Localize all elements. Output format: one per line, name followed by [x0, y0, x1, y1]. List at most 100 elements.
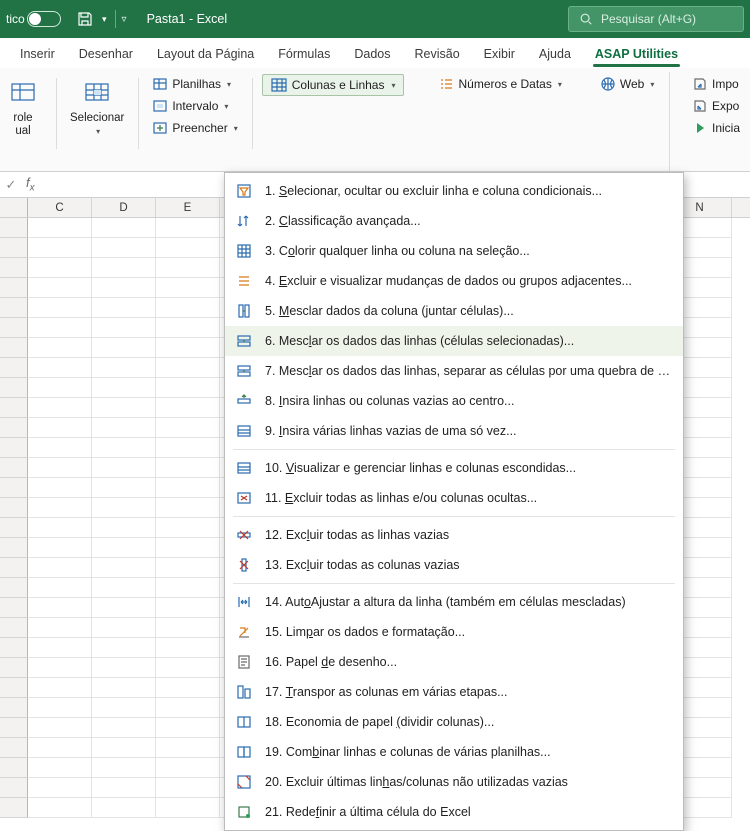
menu-item[interactable]: 9. Insira várias linhas vazias de uma só…: [225, 416, 683, 446]
menu-item[interactable]: 18. Economia de papel (dividir colunas).…: [225, 707, 683, 737]
ribbon-expo-button[interactable]: Expo: [688, 96, 744, 116]
cell[interactable]: [156, 258, 220, 278]
ribbon-planilhas-button[interactable]: Planilhas▾: [148, 74, 241, 94]
search-box[interactable]: Pesquisar (Alt+G): [568, 6, 744, 32]
cell[interactable]: [28, 498, 92, 518]
cell[interactable]: [28, 418, 92, 438]
cell[interactable]: [92, 238, 156, 258]
cell[interactable]: [92, 718, 156, 738]
row-header[interactable]: [0, 718, 28, 738]
menu-item[interactable]: 20. Excluir últimas linhas/colunas não u…: [225, 767, 683, 797]
menu-item[interactable]: 19. Combinar linhas e colunas de várias …: [225, 737, 683, 767]
cell[interactable]: [28, 798, 92, 818]
cell[interactable]: [92, 758, 156, 778]
tab-inserir[interactable]: Inserir: [8, 40, 67, 67]
cell[interactable]: [92, 378, 156, 398]
cell[interactable]: [28, 478, 92, 498]
cell[interactable]: [156, 498, 220, 518]
cell[interactable]: [28, 718, 92, 738]
cell[interactable]: [28, 218, 92, 238]
cell[interactable]: [156, 538, 220, 558]
menu-item[interactable]: 17. Transpor as colunas em várias etapas…: [225, 677, 683, 707]
cell[interactable]: [156, 358, 220, 378]
row-header[interactable]: [0, 638, 28, 658]
cell[interactable]: [156, 338, 220, 358]
cell[interactable]: [92, 518, 156, 538]
tab-dados[interactable]: Dados: [342, 40, 402, 67]
row-header[interactable]: [0, 658, 28, 678]
save-button[interactable]: [72, 6, 98, 32]
ribbon-impo-button[interactable]: Impo: [688, 74, 744, 94]
cell[interactable]: [156, 558, 220, 578]
cell[interactable]: [28, 258, 92, 278]
cell[interactable]: [156, 458, 220, 478]
fx-icon[interactable]: fx: [22, 175, 39, 194]
menu-item[interactable]: 4. Excluir e visualizar mudanças de dado…: [225, 266, 683, 296]
cell[interactable]: [28, 238, 92, 258]
autosave-toggle[interactable]: tico: [6, 8, 66, 30]
cell[interactable]: [92, 338, 156, 358]
cell[interactable]: [156, 578, 220, 598]
row-header[interactable]: [0, 538, 28, 558]
row-header[interactable]: [0, 458, 28, 478]
cell[interactable]: [92, 778, 156, 798]
menu-item[interactable]: 11. Excluir todas as linhas e/ou colunas…: [225, 483, 683, 513]
row-header[interactable]: [0, 598, 28, 618]
cell[interactable]: [28, 398, 92, 418]
cell[interactable]: [156, 438, 220, 458]
row-header[interactable]: [0, 738, 28, 758]
cell[interactable]: [92, 538, 156, 558]
cell[interactable]: [156, 318, 220, 338]
row-header[interactable]: [0, 418, 28, 438]
menu-item[interactable]: 5. Mesclar dados da coluna (juntar célul…: [225, 296, 683, 326]
cell[interactable]: [28, 638, 92, 658]
cell[interactable]: [28, 358, 92, 378]
row-header[interactable]: [0, 498, 28, 518]
cell[interactable]: [28, 618, 92, 638]
cell[interactable]: [28, 458, 92, 478]
cell[interactable]: [28, 698, 92, 718]
menu-item[interactable]: 12. Excluir todas as linhas vazias: [225, 520, 683, 550]
cell[interactable]: [92, 658, 156, 678]
row-header[interactable]: [0, 218, 28, 238]
cell[interactable]: [92, 738, 156, 758]
menu-item[interactable]: 13. Excluir todas as colunas vazias: [225, 550, 683, 580]
row-header[interactable]: [0, 758, 28, 778]
cell[interactable]: [156, 518, 220, 538]
cell[interactable]: [28, 438, 92, 458]
cell[interactable]: [156, 598, 220, 618]
menu-item[interactable]: 14. AutoAjustar a altura da linha (també…: [225, 587, 683, 617]
menu-item[interactable]: 3. Colorir qualquer linha ou coluna na s…: [225, 236, 683, 266]
cell[interactable]: [156, 378, 220, 398]
tab-desenhar[interactable]: Desenhar: [67, 40, 145, 67]
cell[interactable]: [156, 658, 220, 678]
menu-item[interactable]: 16. Papel de desenho...: [225, 647, 683, 677]
tab-ajuda[interactable]: Ajuda: [527, 40, 583, 67]
cell[interactable]: [92, 318, 156, 338]
row-header[interactable]: [0, 338, 28, 358]
row-header[interactable]: [0, 798, 28, 818]
select-all-corner[interactable]: [0, 198, 28, 217]
cell[interactable]: [156, 738, 220, 758]
cell[interactable]: [156, 418, 220, 438]
cell[interactable]: [156, 478, 220, 498]
cell[interactable]: [28, 678, 92, 698]
row-header[interactable]: [0, 518, 28, 538]
cell[interactable]: [156, 398, 220, 418]
cell[interactable]: [92, 478, 156, 498]
cell[interactable]: [28, 378, 92, 398]
cell[interactable]: [156, 698, 220, 718]
ribbon-preencher-button[interactable]: Preencher▾: [148, 118, 241, 138]
row-header[interactable]: [0, 438, 28, 458]
cell[interactable]: [28, 778, 92, 798]
row-header[interactable]: [0, 698, 28, 718]
cell[interactable]: [156, 758, 220, 778]
cell[interactable]: [92, 598, 156, 618]
column-header[interactable]: E: [156, 198, 220, 217]
ribbon-intervalo-button[interactable]: Intervalo▾: [148, 96, 241, 116]
cell[interactable]: [28, 598, 92, 618]
cell[interactable]: [156, 278, 220, 298]
cell[interactable]: [92, 358, 156, 378]
cell[interactable]: [92, 278, 156, 298]
cell[interactable]: [156, 678, 220, 698]
